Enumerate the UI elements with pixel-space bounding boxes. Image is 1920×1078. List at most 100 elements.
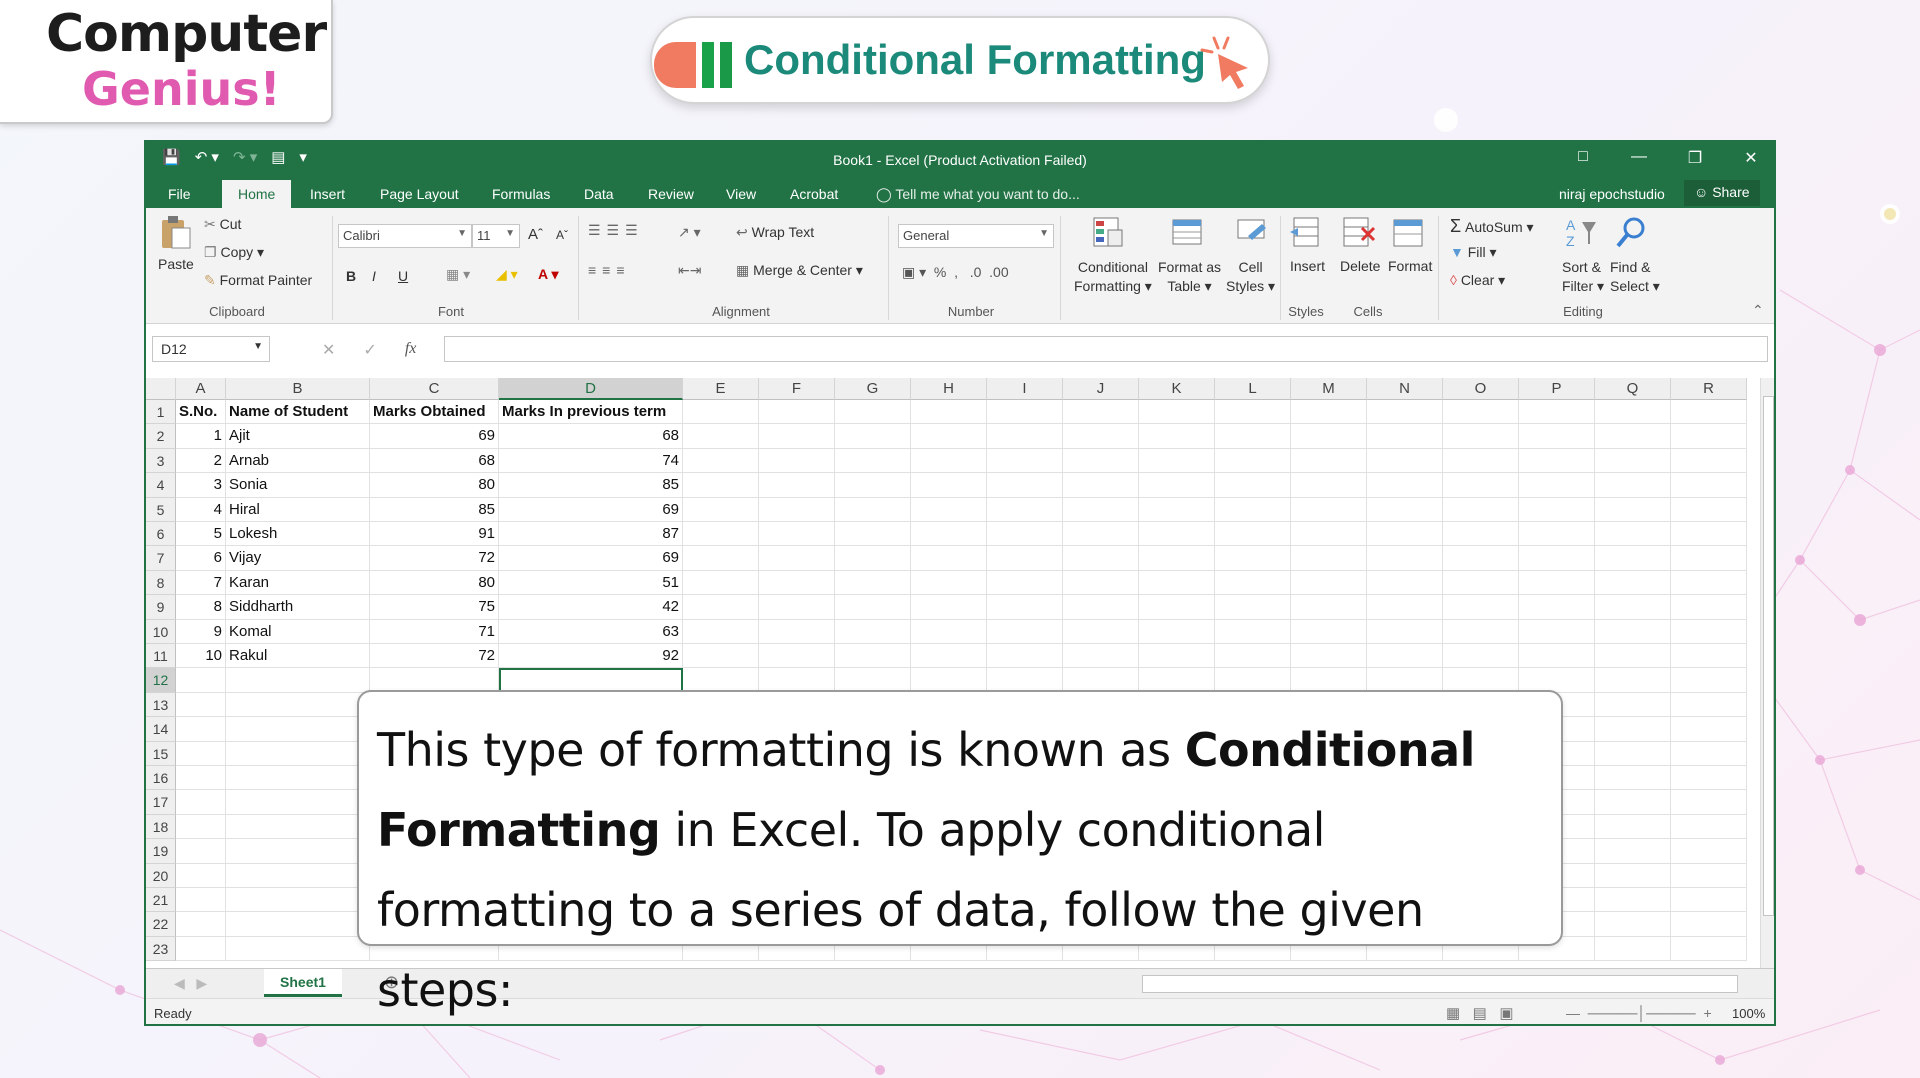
cell-b20[interactable] — [226, 863, 370, 888]
cell-r15[interactable] — [1671, 741, 1747, 766]
column-header-a[interactable]: A — [176, 378, 226, 400]
cell-b12[interactable] — [226, 668, 370, 693]
cell-r5[interactable] — [1671, 497, 1747, 522]
cell-i6[interactable] — [987, 522, 1063, 547]
cell-q2[interactable] — [1595, 424, 1671, 449]
font-color-icon[interactable]: A ▾ — [538, 266, 559, 283]
cell-a1[interactable]: S.No. — [176, 400, 226, 425]
cell-k10[interactable] — [1139, 619, 1215, 644]
cell-i2[interactable] — [987, 424, 1063, 449]
cell-r10[interactable] — [1671, 619, 1747, 644]
column-header-n[interactable]: N — [1367, 378, 1443, 400]
tab-acrobat[interactable]: Acrobat — [790, 186, 838, 202]
cell-c10[interactable]: 71 — [370, 619, 499, 644]
cell-i8[interactable] — [987, 570, 1063, 596]
cell-m10[interactable] — [1291, 619, 1367, 644]
cell-b10[interactable]: Komal — [226, 619, 370, 644]
tab-view[interactable]: View — [726, 186, 756, 202]
cell-h11[interactable] — [911, 644, 987, 669]
cell-g1[interactable] — [835, 400, 911, 425]
cell-o4[interactable] — [1443, 473, 1519, 498]
row-header-4[interactable]: 4 — [146, 473, 176, 498]
cell-r17[interactable] — [1671, 790, 1747, 815]
cell-a7[interactable]: 6 — [176, 546, 226, 571]
cell-q20[interactable] — [1595, 863, 1671, 888]
delete-cells-button[interactable]: Delete — [1340, 258, 1380, 274]
cell-b16[interactable] — [226, 766, 370, 791]
cell-a4[interactable]: 3 — [176, 473, 226, 498]
column-header-g[interactable]: G — [835, 378, 911, 400]
cell-a17[interactable] — [176, 790, 226, 815]
cell-b21[interactable] — [226, 888, 370, 913]
name-box[interactable]: D12 ▼ — [152, 336, 270, 362]
merge-center-button[interactable]: ▦ Merge & Center ▾ — [736, 262, 863, 279]
cell-o6[interactable] — [1443, 522, 1519, 547]
cell-r8[interactable] — [1671, 570, 1747, 596]
cell-d10[interactable]: 63 — [499, 619, 683, 644]
cell-f4[interactable] — [759, 473, 835, 498]
cell-d2[interactable]: 68 — [499, 424, 683, 449]
cell-c7[interactable]: 72 — [370, 546, 499, 571]
insert-function-icon[interactable]: fx — [405, 340, 417, 360]
cell-b19[interactable] — [226, 839, 370, 864]
cell-j2[interactable] — [1063, 424, 1139, 449]
cell-g9[interactable] — [835, 595, 911, 620]
cell-p4[interactable] — [1519, 473, 1595, 498]
row-header-20[interactable]: 20 — [146, 863, 176, 888]
cell-n11[interactable] — [1367, 644, 1443, 669]
cell-m7[interactable] — [1291, 546, 1367, 571]
cell-styles-button[interactable]: Cell Styles ▾ — [1226, 258, 1275, 296]
cell-l4[interactable] — [1215, 473, 1291, 498]
cell-k7[interactable] — [1139, 546, 1215, 571]
cell-b14[interactable] — [226, 717, 370, 742]
cell-m9[interactable] — [1291, 595, 1367, 620]
cell-b1[interactable]: Name of Student — [226, 400, 370, 425]
find-select-icon[interactable] — [1614, 214, 1650, 250]
cell-r18[interactable] — [1671, 814, 1747, 840]
cell-g4[interactable] — [835, 473, 911, 498]
cell-r20[interactable] — [1671, 863, 1747, 888]
cell-e8[interactable] — [683, 570, 759, 596]
format-cells-icon[interactable] — [1390, 214, 1426, 250]
cell-c1[interactable]: Marks Obtained — [370, 400, 499, 425]
horizontal-scrollbar[interactable] — [1142, 975, 1738, 993]
borders-icon[interactable]: ▦ ▾ — [446, 266, 470, 283]
cell-f8[interactable] — [759, 570, 835, 596]
restore-icon[interactable]: ❐ — [1684, 148, 1706, 168]
cell-b6[interactable]: Lokesh — [226, 522, 370, 547]
cell-n2[interactable] — [1367, 424, 1443, 449]
minimize-icon[interactable]: — — [1628, 148, 1650, 168]
cell-q19[interactable] — [1595, 839, 1671, 864]
conditional-formatting-icon[interactable] — [1090, 214, 1126, 250]
number-format-select[interactable]: General ▼ — [898, 224, 1054, 248]
cell-j6[interactable] — [1063, 522, 1139, 547]
cell-q1[interactable] — [1595, 400, 1671, 425]
cell-g8[interactable] — [835, 570, 911, 596]
row-header-11[interactable]: 11 — [146, 644, 176, 669]
cell-j11[interactable] — [1063, 644, 1139, 669]
find-select-button[interactable]: Find & Select ▾ — [1610, 258, 1660, 296]
cell-a13[interactable] — [176, 692, 226, 718]
column-header-o[interactable]: O — [1443, 378, 1519, 400]
cell-r4[interactable] — [1671, 473, 1747, 498]
cell-q18[interactable] — [1595, 814, 1671, 840]
cell-q9[interactable] — [1595, 595, 1671, 620]
cell-a11[interactable]: 10 — [176, 644, 226, 669]
cell-m2[interactable] — [1291, 424, 1367, 449]
cell-m5[interactable] — [1291, 497, 1367, 522]
cell-f3[interactable] — [759, 448, 835, 474]
cell-o7[interactable] — [1443, 546, 1519, 571]
format-as-table-button[interactable]: Format as Table ▾ — [1158, 258, 1221, 296]
cell-g2[interactable] — [835, 424, 911, 449]
cell-n10[interactable] — [1367, 619, 1443, 644]
cell-d6[interactable]: 87 — [499, 522, 683, 547]
cell-g10[interactable] — [835, 619, 911, 644]
cell-i10[interactable] — [987, 619, 1063, 644]
cell-h1[interactable] — [911, 400, 987, 425]
column-header-p[interactable]: P — [1519, 378, 1595, 400]
cell-c11[interactable]: 72 — [370, 644, 499, 669]
cell-p5[interactable] — [1519, 497, 1595, 522]
column-header-d[interactable]: D — [499, 378, 683, 400]
cell-c9[interactable]: 75 — [370, 595, 499, 620]
format-as-table-icon[interactable] — [1170, 214, 1206, 250]
